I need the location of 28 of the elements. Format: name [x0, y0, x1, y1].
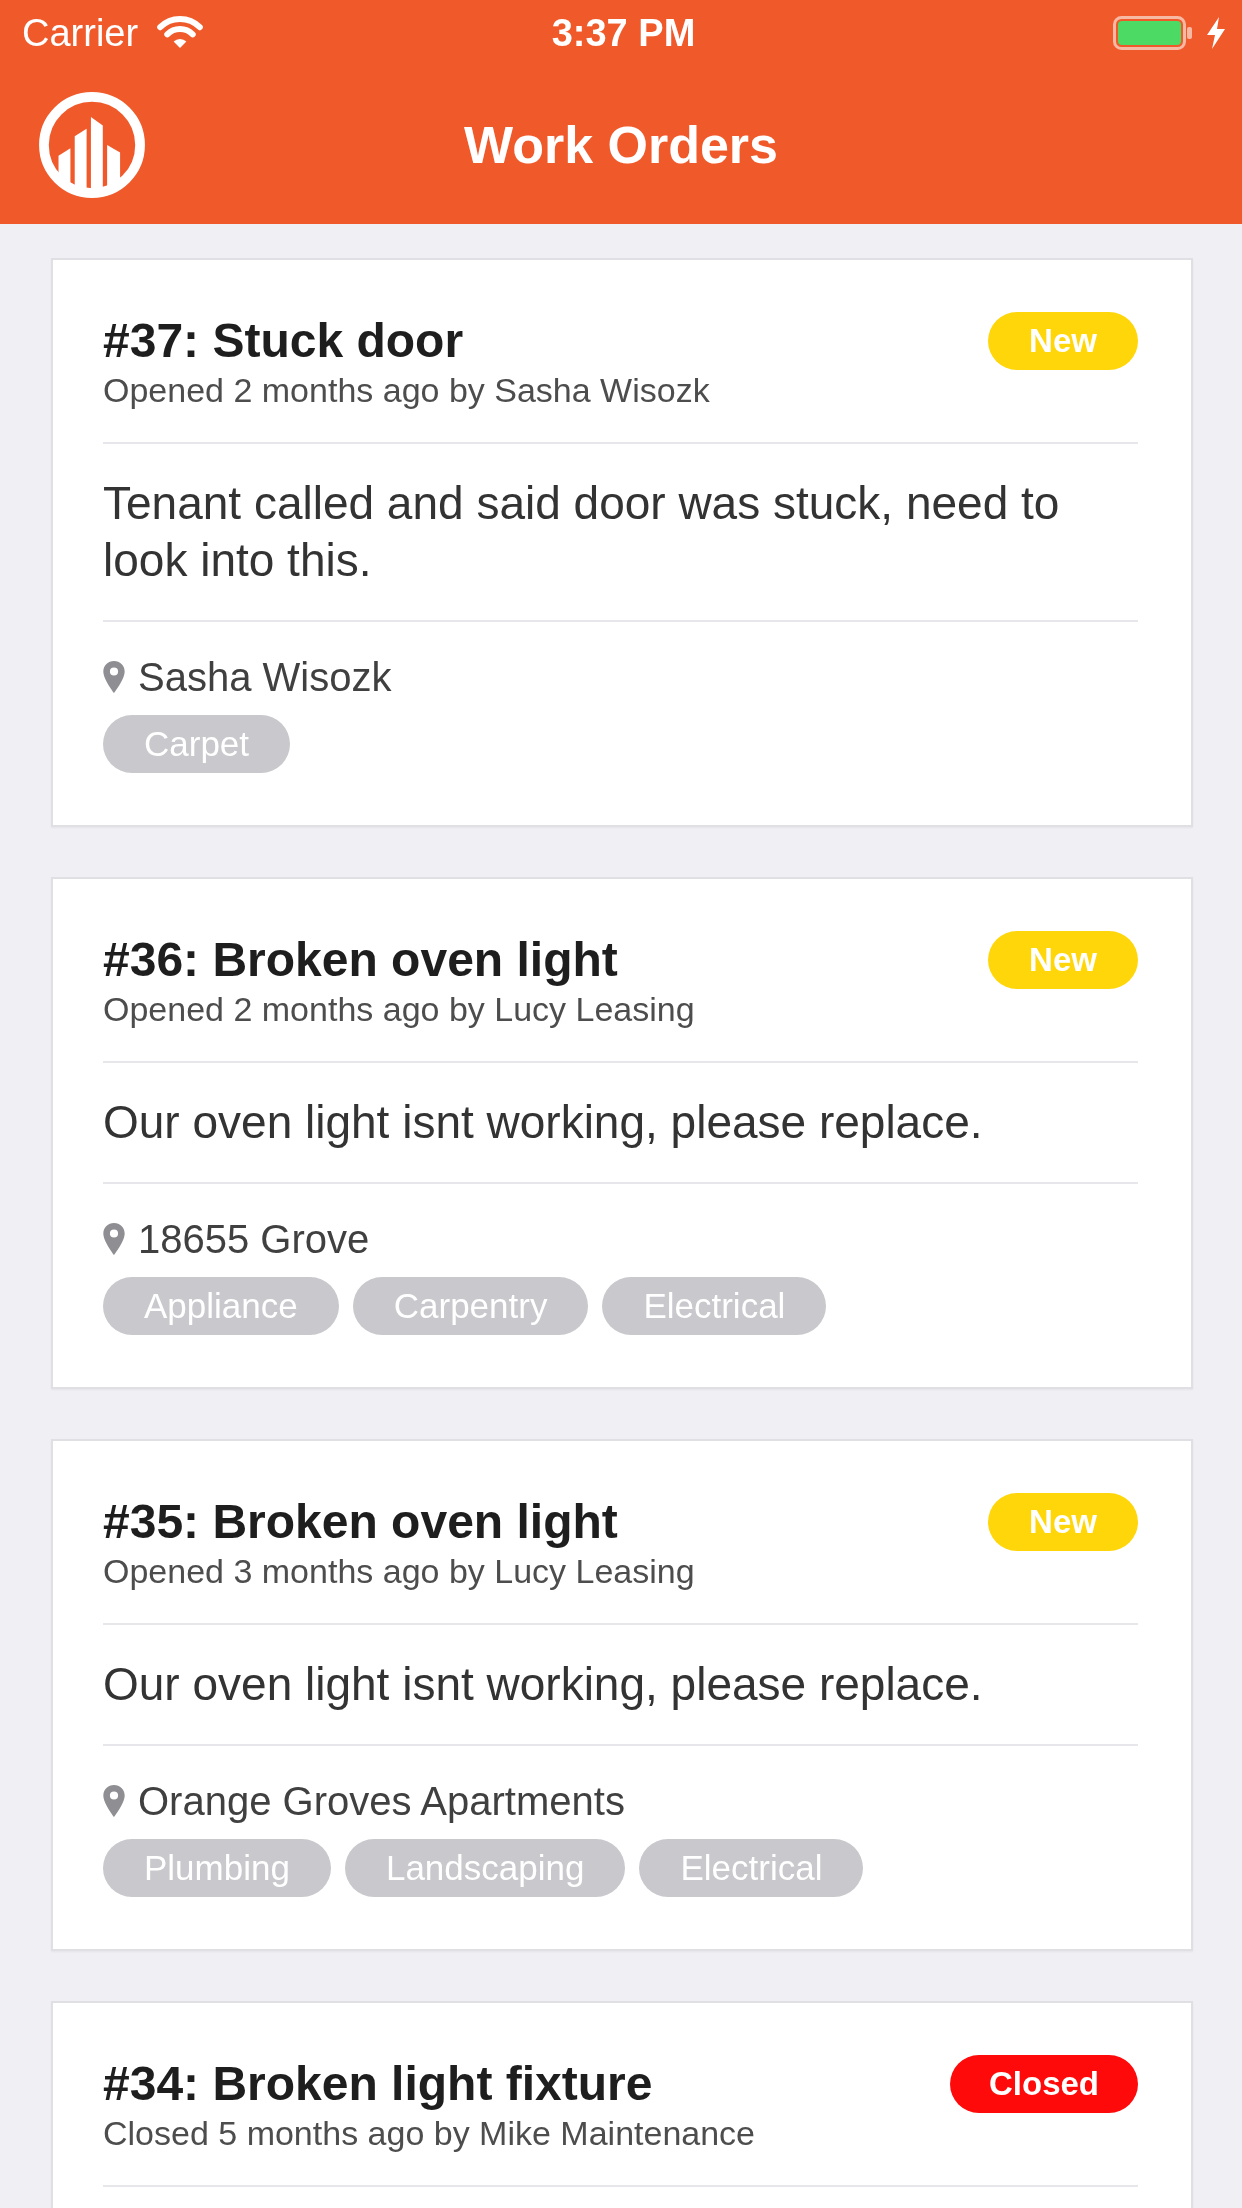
location-text: Sasha Wisozk — [138, 654, 392, 701]
work-order-subtitle: Closed 5 months ago by Mike Maintenance — [103, 2113, 757, 2154]
location-pin-icon — [103, 1223, 125, 1255]
work-order-title: #36: Broken oven light — [103, 932, 618, 988]
work-order-subtitle: Opened 2 months ago by Sasha Wisozk — [103, 370, 711, 411]
work-order-title: #35: Broken oven light — [103, 1494, 618, 1550]
battery-icon — [1113, 16, 1193, 50]
location-text: Orange Groves Apartments — [138, 1778, 625, 1825]
time-label: 3:37 PM — [551, 11, 696, 55]
nav-title: Work Orders — [464, 115, 778, 176]
status-badge: New — [988, 1493, 1138, 1551]
logo-icon[interactable] — [38, 91, 146, 199]
work-order-title: #34: Broken light fixture — [103, 2056, 653, 2112]
work-order-card[interactable]: #34: Broken light fixture Closed Closed 5 months ago by Mike Maintenance — [51, 2001, 1193, 2208]
charging-bolt-icon — [1207, 17, 1225, 49]
status-badge: New — [988, 931, 1138, 989]
carrier-label: Carrier — [22, 11, 139, 55]
status-badge: New — [988, 312, 1138, 370]
location-pin-icon — [103, 1785, 125, 1817]
work-order-description: Our oven light isnt working, please replace. — [103, 1657, 984, 1712]
location-pin-icon — [103, 661, 125, 693]
work-order-subtitle: Opened 2 months ago by Lucy Leasing — [103, 989, 696, 1030]
location-text: 18655 Grove — [138, 1216, 370, 1263]
work-order-description: Tenant called and said door was stuck, need to look into this. — [103, 476, 1061, 588]
status-badge: Closed — [949, 2055, 1138, 2113]
work-order-subtitle: Opened 3 months ago by Lucy Leasing — [103, 1551, 696, 1592]
work-order-description: Our oven light isnt working, please replace. — [103, 1095, 984, 1150]
work-order-title: #37: Stuck door — [103, 313, 464, 369]
